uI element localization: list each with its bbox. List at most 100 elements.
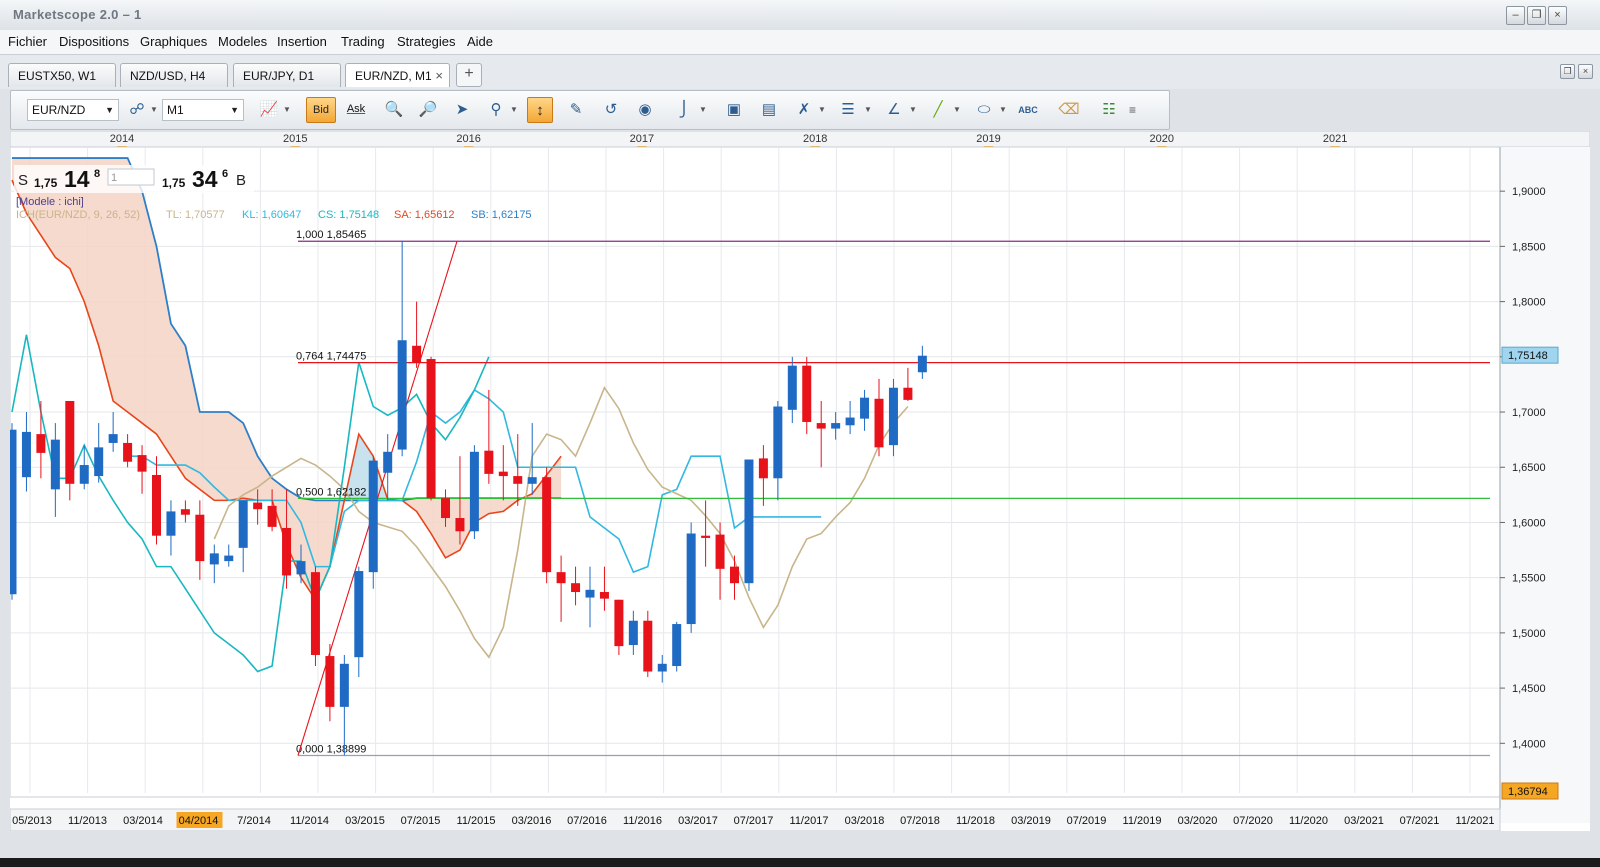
candle-body[interactable] <box>166 511 176 536</box>
candle-body[interactable] <box>36 434 46 453</box>
candle-body[interactable] <box>354 571 364 658</box>
candle-body[interactable] <box>628 620 638 646</box>
candle-body[interactable] <box>108 434 118 443</box>
candle-body[interactable] <box>137 455 147 472</box>
candle-body[interactable] <box>758 458 768 479</box>
close-window-button[interactable]: × <box>1548 6 1567 25</box>
candle-body[interactable] <box>253 502 263 510</box>
candle-body[interactable] <box>701 535 711 538</box>
menu-strategies[interactable]: Strategies <box>397 34 456 49</box>
candle-body[interactable] <box>585 589 595 598</box>
chevron-down-icon[interactable]: ▼ <box>909 97 917 123</box>
minimize-button[interactable]: – <box>1506 6 1525 25</box>
chevron-down-icon[interactable]: ▼ <box>999 97 1007 123</box>
eraser-icon[interactable]: ⌫ <box>1056 97 1082 123</box>
candle-body[interactable] <box>831 423 841 429</box>
candle-body[interactable] <box>484 450 494 474</box>
candle-body[interactable] <box>498 471 508 477</box>
candle-body[interactable] <box>310 572 320 655</box>
menu-fichier[interactable]: Fichier <box>8 34 47 49</box>
candle-body[interactable] <box>195 514 205 562</box>
candle-body[interactable] <box>730 566 739 584</box>
add-tab-button[interactable]: + <box>456 63 482 87</box>
chart-area[interactable]: 2014 2015 2016 2017 2018 2019 2020 2021 1,000 1,… <box>7 130 1591 832</box>
tab-eustx50[interactable]: EUSTX50, W1 <box>8 63 116 87</box>
tab-eurjpy[interactable]: EUR/JPY, D1 <box>233 63 341 87</box>
candle-body[interactable] <box>787 365 797 410</box>
pointer-icon[interactable]: ➤ <box>449 97 475 123</box>
chevron-down-icon[interactable]: ▼ <box>953 97 961 123</box>
candle-body[interactable] <box>238 500 248 548</box>
menu-modeles[interactable]: Modeles <box>218 34 267 49</box>
candle-body[interactable] <box>816 423 826 429</box>
tab-restore-button[interactable]: ❐ <box>1560 64 1575 79</box>
candle-body[interactable] <box>845 417 855 426</box>
candle-body[interactable] <box>903 387 913 400</box>
candle-body[interactable] <box>325 656 335 707</box>
candlestick-chart[interactable]: 2014 2015 2016 2017 2018 2019 2020 2021 1,000 1,… <box>7 130 1591 832</box>
chevron-down-icon[interactable]: ▼ <box>283 97 291 123</box>
candle-body[interactable] <box>874 398 884 448</box>
zoom-in-icon[interactable]: 🔍 <box>381 97 407 123</box>
chevron-down-icon[interactable]: ▼ <box>699 97 707 123</box>
candle-body[interactable] <box>368 460 378 573</box>
candle-body[interactable] <box>339 663 349 707</box>
sync-icon[interactable]: ↺ <box>598 97 624 123</box>
menu-trading[interactable]: Trading <box>341 34 385 49</box>
candle-body[interactable] <box>21 431 31 478</box>
candle-body[interactable] <box>152 474 161 536</box>
link-icon[interactable]: ☍ <box>124 97 150 123</box>
tab-eurnzd[interactable]: EUR/NZD, M1 × <box>345 63 450 87</box>
candle-body[interactable] <box>282 527 292 576</box>
candle-body[interactable] <box>599 592 609 599</box>
candle-body[interactable] <box>180 509 190 515</box>
magnify-icon[interactable]: ⚲ <box>483 97 509 123</box>
menu-dispositions[interactable]: Dispositions <box>59 34 129 49</box>
candle-body[interactable] <box>65 400 75 484</box>
chevron-down-icon[interactable]: ▼ <box>150 97 158 123</box>
overflow-icon[interactable]: ≡ <box>1129 97 1136 123</box>
timeframe-select[interactable]: M1 ▼ <box>162 99 244 121</box>
candle-body[interactable] <box>469 451 479 532</box>
candle-body[interactable] <box>267 505 277 527</box>
candle-body[interactable] <box>715 534 725 569</box>
sell-price-big[interactable]: 14 <box>64 166 90 192</box>
chevron-down-icon[interactable]: ▼ <box>818 97 826 123</box>
chevron-down-icon[interactable]: ▼ <box>864 97 872 123</box>
ellipse-icon[interactable]: ⬭ <box>971 97 997 123</box>
menu-aide[interactable]: Aide <box>467 34 493 49</box>
menu-insertion[interactable]: Insertion <box>277 34 327 49</box>
crosshair-icon[interactable]: ↕ <box>527 97 553 123</box>
candle-body[interactable] <box>224 555 234 562</box>
buy-price-big[interactable]: 34 <box>192 166 218 192</box>
image-icon[interactable]: ▣ <box>721 97 747 123</box>
chevron-down-icon[interactable]: ▼ <box>510 97 518 123</box>
candle-body[interactable] <box>686 533 696 625</box>
sell-label[interactable]: S <box>18 172 28 189</box>
candle-body[interactable] <box>455 518 465 532</box>
candle-body[interactable] <box>296 561 306 575</box>
text-tool-icon[interactable]: ABC <box>1015 97 1041 123</box>
trendline-icon[interactable]: ╱ <box>925 97 951 123</box>
bid-button[interactable]: Bid <box>306 97 336 123</box>
lines-icon[interactable]: ✗ <box>791 97 817 123</box>
tab-nzdusd[interactable]: NZD/USD, H4 <box>120 63 228 87</box>
candle-body[interactable] <box>773 406 783 479</box>
candle-body[interactable] <box>426 359 436 499</box>
candle-body[interactable] <box>50 439 60 490</box>
candle-body[interactable] <box>614 599 624 647</box>
candle-body[interactable] <box>643 620 653 672</box>
candle-body[interactable] <box>383 451 393 473</box>
candle-body[interactable] <box>917 355 927 373</box>
restore-button[interactable]: ❐ <box>1527 6 1546 25</box>
candle-body[interactable] <box>672 624 682 667</box>
horizontal-lines-icon[interactable]: ☰ <box>835 97 861 123</box>
candle-body[interactable] <box>744 459 754 584</box>
candle-body[interactable] <box>79 465 89 484</box>
candle-body[interactable] <box>397 340 407 450</box>
candle-body[interactable] <box>802 365 812 422</box>
hierarchy-icon[interactable]: ☷ <box>1096 97 1122 123</box>
candle-body[interactable] <box>556 572 566 584</box>
candle-body[interactable] <box>441 498 450 519</box>
properties-icon[interactable]: ✎ <box>563 97 589 123</box>
